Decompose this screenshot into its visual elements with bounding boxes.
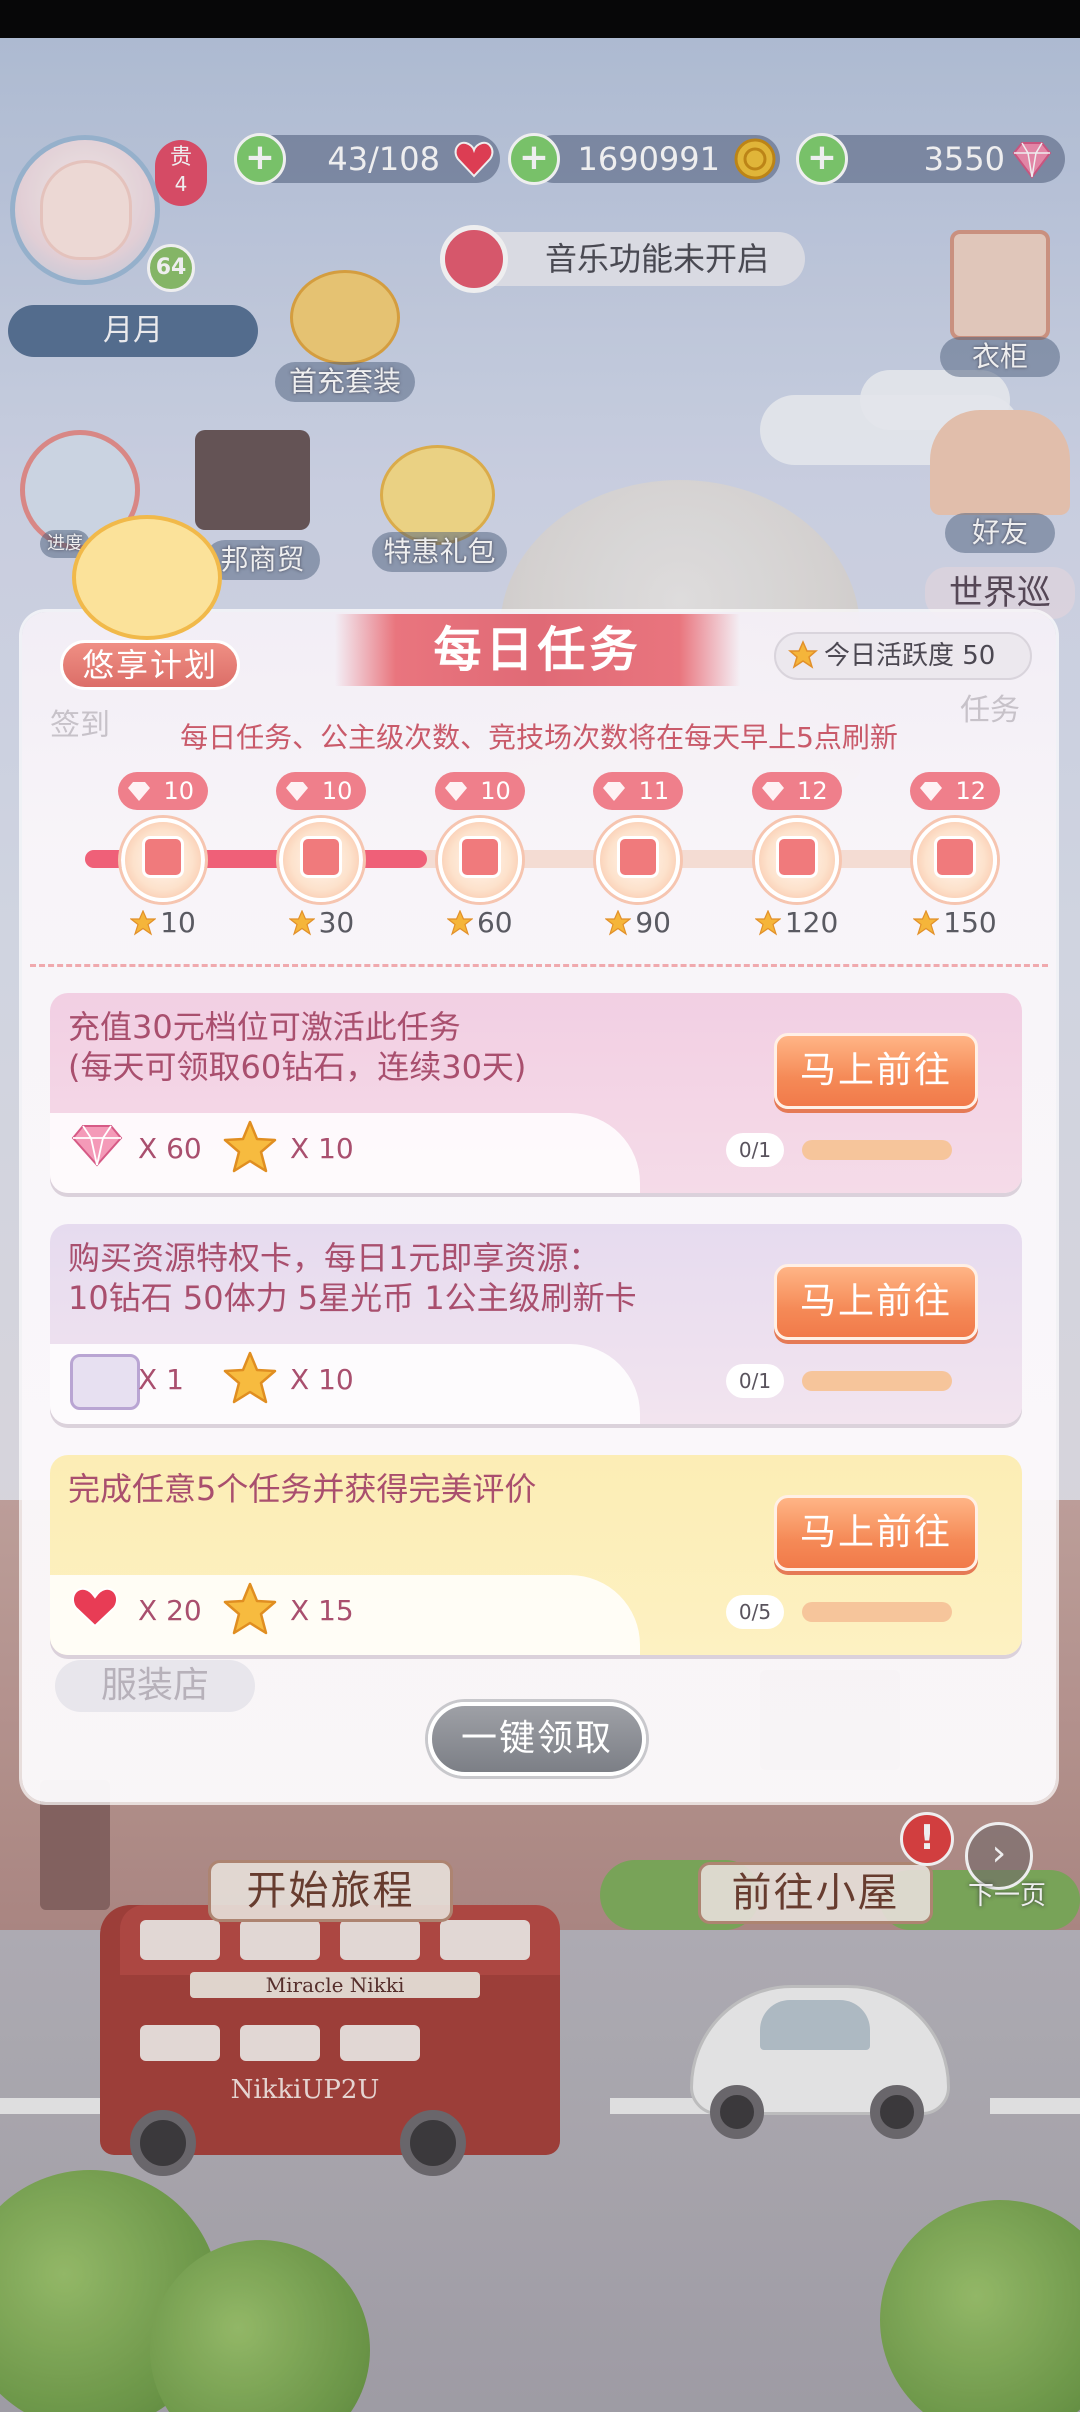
go-now-button[interactable]: 马上前往 [774, 1033, 978, 1109]
milestone-reward-bubble: 12 [751, 772, 842, 810]
task-progress-bar [802, 1602, 952, 1622]
star-icon [288, 910, 315, 936]
milestone-threshold: 60 [425, 905, 535, 941]
task-progress-text: 0/1 [726, 1133, 784, 1167]
reward-amount: X 10 [290, 1132, 354, 1165]
premium-plan-button[interactable]: 悠享计划 [60, 640, 240, 690]
milestone-chest-4[interactable] [596, 818, 681, 902]
milestone-chest-6[interactable] [913, 818, 997, 902]
star-icon [130, 910, 157, 936]
milestone-reward-bubble: 10 [118, 772, 208, 810]
milestone-reward-value: 12 [797, 777, 828, 805]
gift-icon [934, 836, 976, 878]
milestone-reward-bubble: 10 [434, 772, 525, 810]
reward-amount: X 20 [138, 1594, 202, 1627]
milestone-threshold: 120 [742, 905, 852, 941]
milestone-threshold-value: 10 [160, 906, 196, 939]
star-icon [223, 1582, 277, 1635]
reward-amount: X 1 [138, 1363, 184, 1396]
star-icon [754, 910, 781, 936]
activity-indicator: 今日活跃度 50 [774, 632, 1032, 680]
star-icon [605, 910, 632, 936]
milestone-threshold: 90 [583, 905, 693, 941]
diamond-icon [128, 782, 150, 801]
star-icon [446, 910, 473, 936]
reward-item [70, 1354, 140, 1410]
gift-icon [617, 836, 660, 878]
milestone-threshold-value: 60 [476, 906, 513, 939]
gift-icon [775, 836, 818, 878]
heart-icon [72, 1587, 118, 1628]
reward-amount: X 15 [290, 1594, 354, 1627]
refresh-notice: 每日任务、公主级次数、竞技场次数将在每天早上5点刷新 [180, 721, 898, 754]
reward-item [70, 1585, 120, 1633]
task-description-line2: 10钻石 50体力 5星光币 1公主级刷新卡 [68, 1279, 637, 1317]
milestone-threshold: 150 [900, 905, 1010, 941]
clothing-store-label: 服装店 [55, 1660, 255, 1712]
milestone-reward-bubble: 12 [910, 772, 1000, 810]
gift-icon [142, 836, 184, 878]
star-icon [788, 640, 818, 669]
reward-amount: X 10 [290, 1363, 354, 1396]
milestone-reward-value: 10 [321, 777, 353, 805]
diamond-icon [603, 782, 626, 801]
gift-icon [458, 836, 501, 878]
reward-item [222, 1581, 278, 1641]
star-icon [223, 1120, 277, 1173]
task-description-line1: 完成任意5个任务并获得完美评价 [68, 1470, 537, 1508]
task-description-line1: 购买资源特权卡，每日1元即享资源： [68, 1239, 601, 1277]
diamond-icon [920, 782, 942, 801]
milestone-reward-value: 11 [638, 777, 670, 805]
task-description-line1: 充值30元档位可激活此任务 [68, 1008, 461, 1046]
gift-icon [300, 836, 343, 878]
reward-item [222, 1350, 278, 1410]
milestone-reward-bubble: 10 [276, 772, 367, 810]
claim-all-button[interactable]: 一键领取 [428, 1702, 646, 1776]
task-progress-text: 0/5 [726, 1595, 784, 1629]
task-description-line2: (每天可领取60钻石，连续30天) [68, 1048, 527, 1086]
milestone-reward-value: 10 [163, 777, 194, 805]
task-progress-text: 0/1 [726, 1364, 784, 1398]
activity-text: 今日活跃度 50 [824, 641, 996, 671]
task-progress-bar [802, 1140, 952, 1160]
diamond-icon [761, 782, 784, 801]
dashed-divider [30, 964, 1048, 967]
reward-item [70, 1123, 124, 1171]
task-progress-bar [802, 1371, 952, 1391]
milestone-threshold-value: 150 [943, 906, 997, 939]
milestone-threshold-value: 90 [635, 906, 671, 939]
milestone-chest-5[interactable] [754, 818, 839, 902]
chick-mascot-icon[interactable] [72, 515, 222, 640]
milestone-threshold-value: 120 [784, 906, 839, 939]
go-now-button[interactable]: 马上前往 [774, 1495, 978, 1571]
star-icon [223, 1351, 277, 1404]
milestone-threshold: 30 [266, 905, 376, 941]
milestone-chest-1[interactable] [121, 818, 205, 902]
gift-box-icon [70, 1354, 140, 1410]
star-icon [913, 910, 940, 936]
milestone-reward-bubble: 11 [593, 772, 684, 810]
milestone-chest-2[interactable] [279, 818, 364, 902]
modal-title: 每日任务 [433, 622, 642, 678]
milestone-chest-3[interactable] [437, 818, 522, 902]
milestone-threshold-value: 30 [318, 906, 355, 939]
diamond-icon [444, 782, 467, 801]
diamond-icon [286, 782, 309, 801]
reward-amount: X 60 [138, 1132, 202, 1165]
go-now-button[interactable]: 马上前往 [774, 1264, 978, 1340]
diamond-icon [71, 1125, 123, 1167]
reward-item [222, 1119, 278, 1179]
milestone-threshold: 10 [108, 905, 218, 941]
milestone-reward-value: 10 [480, 777, 511, 805]
milestone-reward-value: 12 [955, 777, 986, 805]
